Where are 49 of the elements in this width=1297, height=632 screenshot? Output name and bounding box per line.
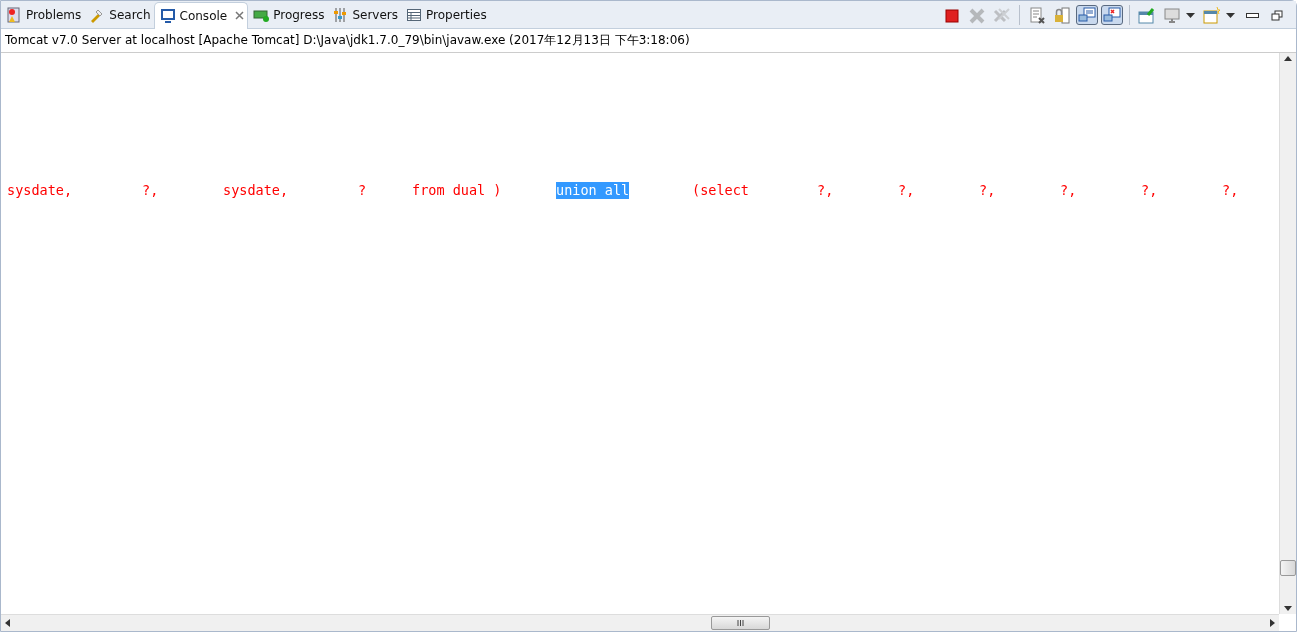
up-arrow-icon[interactable] bbox=[1284, 56, 1292, 61]
window-button[interactable] bbox=[1201, 5, 1223, 25]
console-text: ?, bbox=[142, 182, 159, 199]
console-text: from dual ) bbox=[412, 182, 502, 199]
document-x-icon bbox=[1028, 6, 1046, 24]
scroll-thumb[interactable] bbox=[711, 616, 770, 630]
double-x-icon bbox=[993, 6, 1011, 24]
monitor-icon bbox=[1078, 6, 1096, 24]
x-icon bbox=[968, 6, 986, 24]
lock-icon bbox=[1053, 6, 1071, 24]
process-label: Tomcat v7.0 Server at localhost [Apache Tomcat] D:\Java\jdk1.7.0_79\bin\javaw.exe (2017年12月13日 下午3:18:06) bbox=[1, 29, 1296, 53]
tab[interactable]: Problems bbox=[1, 2, 85, 28]
monitor-button[interactable] bbox=[1101, 5, 1123, 25]
sliders-icon bbox=[332, 7, 349, 23]
window-icon bbox=[1203, 6, 1221, 24]
console-text: ?, bbox=[979, 182, 996, 199]
console-text: ?, bbox=[1222, 182, 1239, 199]
progress-icon bbox=[253, 7, 270, 23]
console-text: union all bbox=[556, 182, 630, 199]
down-arrow-icon[interactable] bbox=[1284, 606, 1292, 611]
monitor-button[interactable] bbox=[1076, 5, 1098, 25]
console-text: ?, bbox=[1141, 182, 1158, 199]
tab[interactable]: Console bbox=[153, 2, 249, 29]
tab[interactable]: Properties bbox=[401, 2, 490, 28]
monitor-icon bbox=[1103, 6, 1121, 24]
minimize-icon bbox=[1245, 12, 1259, 18]
monitor-icon bbox=[1163, 6, 1181, 24]
tab[interactable]: Progress bbox=[248, 2, 328, 28]
table-icon bbox=[406, 7, 422, 23]
vertical-scrollbar[interactable] bbox=[1279, 53, 1296, 614]
horizontal-scrollbar[interactable] bbox=[1, 614, 1279, 631]
problems-icon bbox=[6, 7, 22, 23]
caret-icon bbox=[1186, 12, 1195, 18]
stop-icon bbox=[943, 6, 961, 24]
console-text: sysdate, bbox=[223, 182, 289, 199]
tab[interactable]: Servers bbox=[327, 2, 401, 28]
console-text: ?, bbox=[817, 182, 834, 199]
caret-icon bbox=[1226, 12, 1235, 18]
console-text: (select bbox=[692, 182, 749, 199]
tab[interactable]: Search bbox=[84, 2, 154, 28]
console-text: ?, bbox=[898, 182, 915, 199]
left-arrow-icon[interactable] bbox=[5, 619, 10, 627]
console-text: ? bbox=[358, 182, 367, 199]
monitor-icon bbox=[159, 8, 176, 24]
console-text: ?, bbox=[1060, 182, 1077, 199]
right-arrow-icon[interactable] bbox=[1270, 619, 1275, 627]
scroll-thumb[interactable] bbox=[1280, 560, 1296, 576]
pin-icon bbox=[1138, 6, 1156, 24]
console-text: sysdate, bbox=[7, 182, 73, 199]
